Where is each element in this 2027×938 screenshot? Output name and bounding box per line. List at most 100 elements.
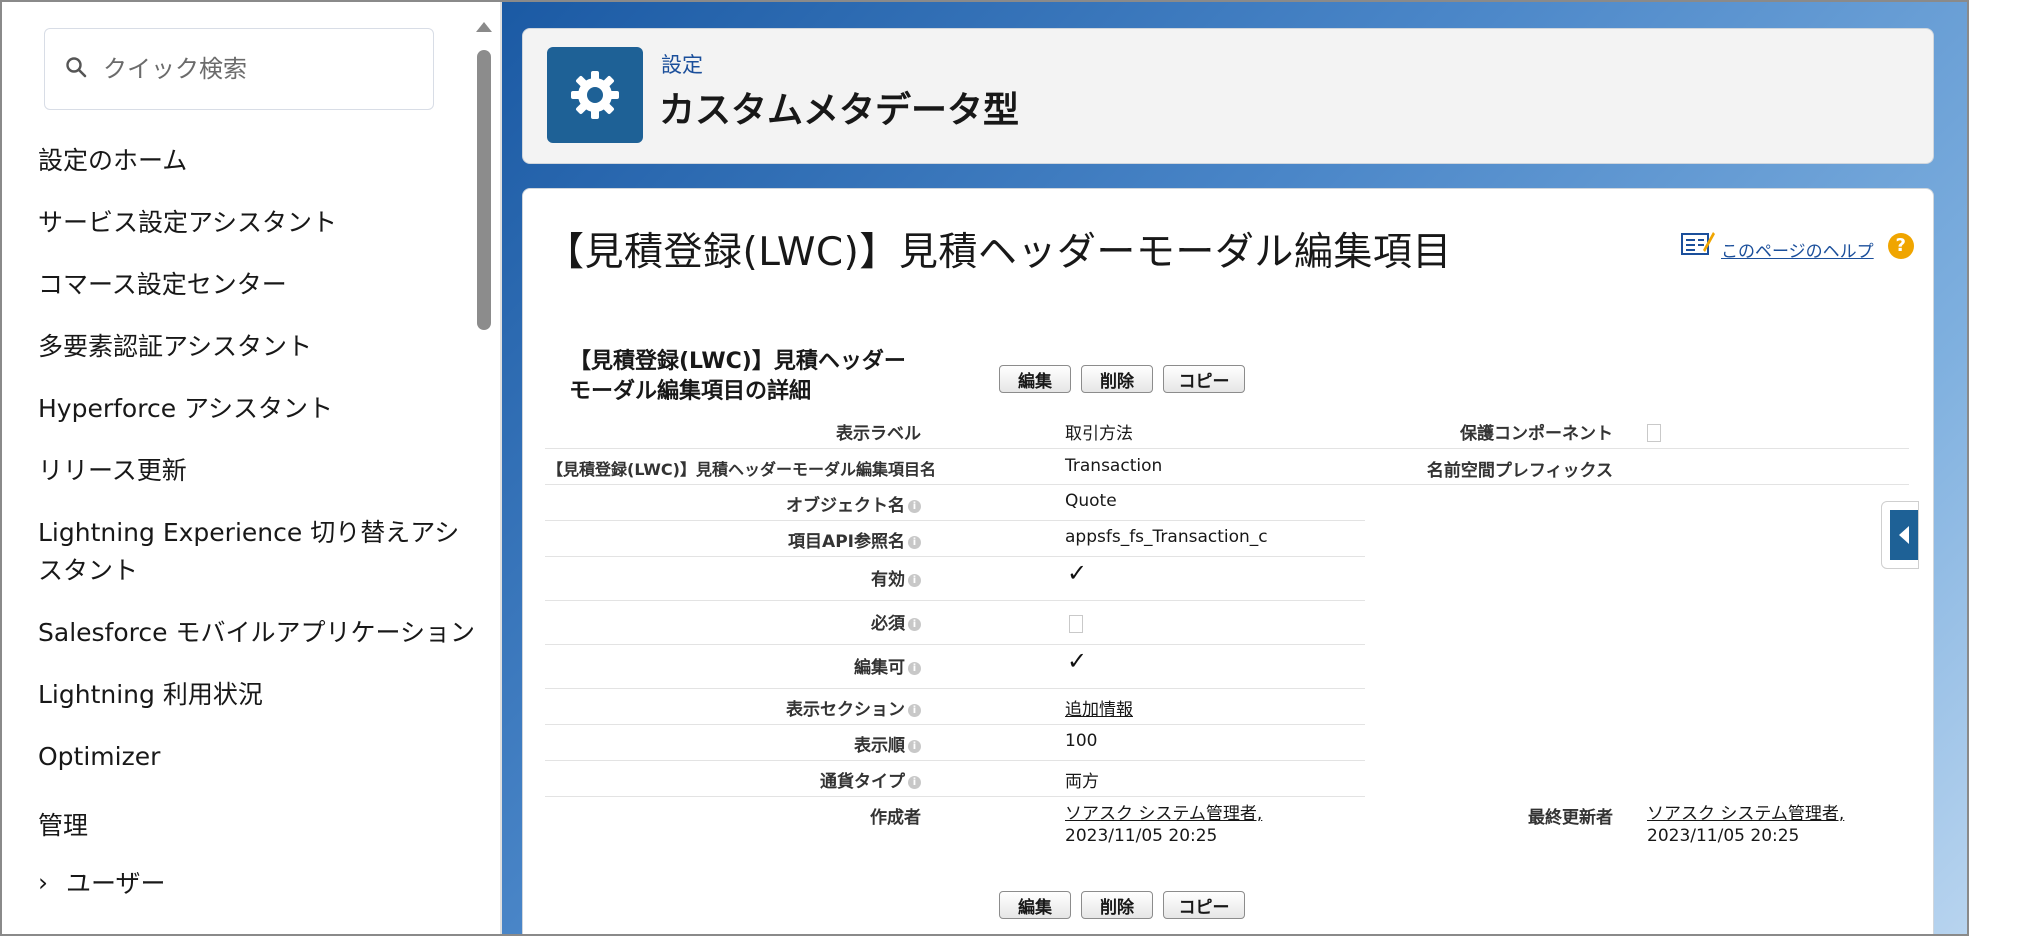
sidebar-nav: 設定のホーム サービス設定アシスタント コマース設定センター 多要素認証アシスタ…: [38, 142, 478, 900]
delete-button[interactable]: 削除: [1081, 365, 1153, 393]
field-label-namespace-prefix: 名前空間プレフィックス: [1426, 461, 1613, 481]
created-by-date: 2023/11/05 20:25: [1065, 826, 1218, 846]
sidebar-item-release-updates[interactable]: リリース更新: [38, 452, 478, 490]
scrollbar-thumb[interactable]: [477, 50, 491, 330]
sidebar-section-administration: 管理: [38, 811, 89, 840]
field-row: [545, 689, 1365, 725]
field-value-field-api-ref: appsfs_fs_Transaction_c: [1065, 527, 1268, 547]
field-label-record-name: 【見積登録(LWC)】見積ヘッダーモーダル編集項目名: [547, 460, 936, 479]
sidebar-scrollbar[interactable]: [476, 22, 492, 934]
sidebar-item-users-label: ユーザー: [66, 869, 166, 898]
field-row: [545, 413, 1909, 449]
field-row: [545, 601, 1365, 645]
field-label-currency-type-text: 通貨タイプ: [820, 772, 905, 792]
sidebar-item-commerce-setup-center[interactable]: コマース設定センター: [38, 266, 478, 304]
chevron-left-icon[interactable]: [1890, 510, 1918, 560]
field-label-display-order-text: 表示順: [854, 736, 905, 756]
search-icon: [65, 56, 87, 82]
sidebar-item-hyperforce-assistant[interactable]: Hyperforce アシスタント: [38, 390, 478, 428]
field-label-display-section: 表示セクション i: [786, 695, 921, 720]
collapse-panel-tab[interactable]: [1881, 501, 1919, 569]
field-label-required: 必須 i: [871, 609, 921, 634]
edit-button[interactable]: 編集: [999, 365, 1071, 393]
chevron-right-icon[interactable]: ›: [38, 868, 48, 897]
field-label-display-order: 表示順 i: [854, 731, 921, 756]
field-label-editable-text: 編集可: [854, 658, 905, 678]
field-label-required-text: 必須: [871, 614, 905, 634]
field-label-protected-component: 保護コンポーネント: [1460, 424, 1613, 444]
field-label-display-section-text: 表示セクション: [786, 700, 905, 720]
field-label-field-api-ref-text: 項目API参照名: [788, 532, 905, 552]
question-icon[interactable]: ?: [1887, 232, 1914, 259]
sidebar-item-service-setup-assistant[interactable]: サービス設定アシスタント: [38, 204, 478, 242]
field-label-display-label: 表示ラベル: [836, 424, 921, 444]
info-icon[interactable]: i: [908, 739, 921, 753]
field-value-created-by: ソアスク システム管理者, 2023/11/05 20:25: [1065, 803, 1262, 847]
help-link[interactable]: このページのヘルプ ?: [1681, 229, 1914, 262]
last-modified-date: 2023/11/05 20:25: [1647, 826, 1800, 846]
field-label-editable: 編集可 i: [854, 653, 921, 678]
sidebar-item-optimizer[interactable]: Optimizer: [38, 738, 478, 776]
field-value-last-modified-by: ソアスク システム管理者, 2023/11/05 20:25: [1647, 803, 1844, 847]
scroll-up-arrow-icon[interactable]: [476, 22, 492, 32]
field-value-currency-type: 両方: [1065, 772, 1099, 792]
info-icon[interactable]: i: [908, 661, 921, 675]
sidebar-item-lightning-usage[interactable]: Lightning 利用状況: [38, 676, 478, 714]
page-title: カスタムメタデータ型: [659, 90, 1020, 131]
field-value-display-order: 100: [1065, 731, 1098, 751]
created-by-user-link[interactable]: ソアスク システム管理者,: [1065, 803, 1262, 825]
detail-section-heading: 【見積登録(LWC)】見積ヘッダー モーダル編集項目の詳細: [569, 347, 906, 407]
required-checkbox: [1069, 615, 1083, 633]
record-title: 【見積登録(LWC)】見積ヘッダーモーダル編集項目: [545, 230, 1452, 275]
info-icon[interactable]: i: [908, 617, 921, 631]
delete-button-bottom[interactable]: 削除: [1081, 891, 1153, 919]
copy-button[interactable]: コピー: [1163, 365, 1245, 393]
field-label-enabled-text: 有効: [871, 570, 905, 590]
copy-button-bottom[interactable]: コピー: [1163, 891, 1245, 919]
field-label-object-name-text: オブジェクト名: [786, 496, 905, 516]
field-label-currency-type: 通貨タイプ i: [820, 767, 921, 792]
sidebar-item-users[interactable]: › ユーザー: [38, 864, 478, 900]
main-area: 設定 カスタムメタデータ型 【見積登録(LWC)】見積ヘッダーモーダル編集項目 …: [502, 2, 1967, 934]
field-label-object-name: オブジェクト名 i: [786, 491, 921, 516]
field-value-record-name: Transaction: [1065, 456, 1163, 476]
field-row: [545, 557, 1365, 601]
record-detail-card: 【見積登録(LWC)】見積ヘッダーモーダル編集項目 このページのヘルプ ? 【見…: [522, 188, 1934, 934]
info-icon[interactable]: i: [908, 703, 921, 717]
sidebar-item-mfa-assistant[interactable]: 多要素認証アシスタント: [38, 328, 478, 366]
app-frame: 設定のホーム サービス設定アシスタント コマース設定センター 多要素認証アシスタ…: [0, 0, 1969, 936]
field-label-field-api-ref: 項目API参照名 i: [788, 527, 921, 552]
editable-check-icon: ✓: [1067, 647, 1088, 675]
info-icon[interactable]: i: [908, 535, 921, 549]
last-modified-user-link[interactable]: ソアスク システム管理者,: [1647, 803, 1844, 825]
help-book-icon: [1681, 230, 1715, 261]
sidebar-item-lightning-transition-assistant[interactable]: Lightning Experience 切り替えアシスタント: [38, 514, 478, 590]
sidebar-item-setup-home[interactable]: 設定のホーム: [38, 142, 478, 180]
field-row: [545, 645, 1365, 689]
info-icon[interactable]: i: [908, 775, 921, 789]
setup-sidebar: 設定のホーム サービス設定アシスタント コマース設定センター 多要素認証アシスタ…: [2, 2, 500, 934]
field-row: [545, 485, 1365, 521]
detail-heading-line1: 【見積登録(LWC)】見積ヘッダー: [569, 349, 906, 374]
enabled-check-icon: ✓: [1067, 559, 1088, 587]
edit-button-bottom[interactable]: 編集: [999, 891, 1071, 919]
info-icon[interactable]: i: [908, 573, 921, 587]
info-icon[interactable]: i: [908, 499, 921, 513]
sidebar-item-salesforce-mobile-app[interactable]: Salesforce モバイルアプリケーション: [38, 614, 478, 652]
field-row: [545, 761, 1365, 797]
gear-icon: [547, 47, 643, 143]
quick-search-box[interactable]: [44, 28, 434, 110]
field-label-last-modified-by: 最終更新者: [1528, 808, 1613, 828]
breadcrumb[interactable]: 設定: [661, 49, 703, 79]
display-section-link[interactable]: 追加情報: [1065, 695, 1133, 720]
field-label-created-by: 作成者: [870, 808, 921, 828]
field-value-display-label: 取引方法: [1065, 424, 1133, 444]
page-header: 設定 カスタムメタデータ型: [522, 28, 1934, 164]
field-label-enabled: 有効 i: [871, 565, 921, 590]
field-value-object-name: Quote: [1065, 491, 1117, 511]
detail-heading-line2: モーダル編集項目の詳細: [569, 379, 812, 404]
field-row: [545, 725, 1365, 761]
help-link-label[interactable]: このページのヘルプ: [1721, 237, 1874, 262]
quick-search-input[interactable]: [101, 54, 405, 84]
protected-component-checkbox: [1647, 424, 1661, 442]
